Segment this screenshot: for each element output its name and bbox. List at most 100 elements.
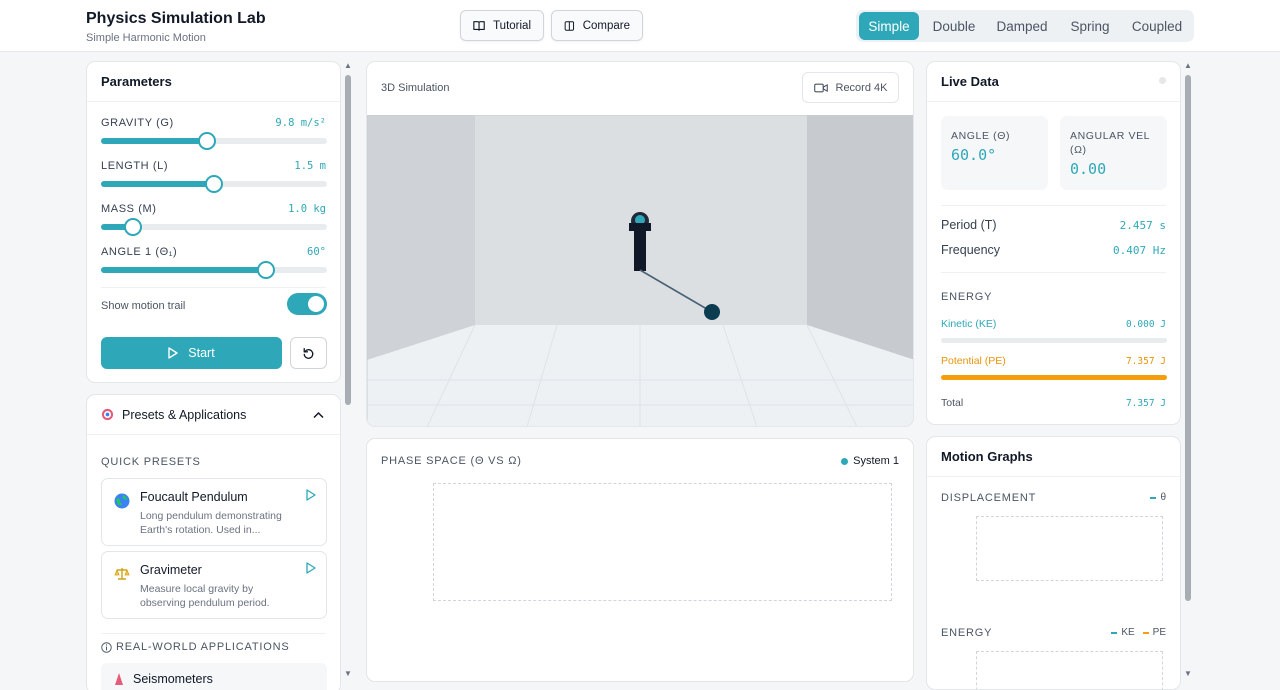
frequency-row: Frequency 0.407 Hz bbox=[941, 243, 1166, 257]
length-fill bbox=[101, 181, 214, 187]
scale-icon bbox=[114, 568, 130, 580]
frequency-value: 0.407 Hz bbox=[1113, 244, 1166, 257]
angle-track[interactable] bbox=[101, 261, 327, 279]
potential-bar bbox=[941, 375, 1167, 380]
scroll-up-icon[interactable]: ▲ bbox=[1184, 61, 1192, 70]
displacement-legend: θ bbox=[1150, 492, 1166, 503]
tab-damped[interactable]: Damped bbox=[990, 12, 1054, 40]
video-icon bbox=[813, 83, 828, 92]
potential-value: 7.357 J bbox=[1125, 356, 1166, 367]
presets-header[interactable]: Presets & Applications bbox=[87, 395, 340, 435]
scroll-thumb[interactable] bbox=[1185, 75, 1191, 601]
app-subtitle: Simple Harmonic Motion bbox=[86, 32, 206, 44]
kinetic-bar bbox=[941, 338, 1167, 343]
total-label: Total bbox=[941, 397, 964, 409]
play-icon[interactable] bbox=[306, 489, 316, 501]
legend-dot-icon bbox=[841, 457, 849, 465]
motion-trail-toggle[interactable] bbox=[287, 293, 327, 315]
globe-icon bbox=[114, 493, 130, 509]
slider-value: 1.0 kg bbox=[288, 203, 326, 215]
energy-legend: KE PE bbox=[1111, 627, 1166, 638]
divider bbox=[101, 287, 326, 288]
preset-card-gravimeter[interactable]: Gravimeter Measure local gravity by obse… bbox=[101, 551, 327, 619]
simulation-panel: 3D Simulation Record 4K bbox=[366, 61, 914, 427]
scroll-thumb[interactable] bbox=[345, 75, 351, 405]
tab-simple[interactable]: Simple bbox=[859, 12, 919, 40]
status-indicator-icon bbox=[1159, 77, 1166, 84]
preset-title: Gravimeter bbox=[140, 563, 202, 577]
info-icon bbox=[101, 641, 112, 653]
total-value: 7.357 J bbox=[1125, 398, 1166, 409]
presets-panel: Presets & Applications QUICK PRESETS Fou… bbox=[86, 394, 341, 690]
right-scrollbar[interactable]: ▲ ▼ bbox=[1184, 61, 1192, 681]
scroll-up-icon[interactable]: ▲ bbox=[344, 61, 352, 70]
simulation-viewport[interactable] bbox=[367, 115, 914, 427]
book-icon bbox=[473, 20, 485, 31]
phase-space-title: PHASE SPACE (Θ VS Ω) bbox=[381, 455, 522, 467]
record-button[interactable]: Record 4K bbox=[802, 72, 899, 103]
period-value: 2.457 s bbox=[1119, 219, 1166, 232]
displacement-label: DISPLACEMENT bbox=[941, 492, 1037, 504]
tab-double[interactable]: Double bbox=[924, 12, 984, 40]
toggle-knob bbox=[308, 296, 324, 312]
legend-label: System 1 bbox=[853, 455, 899, 467]
length-track[interactable] bbox=[101, 175, 327, 193]
compare-button[interactable]: Compare bbox=[551, 10, 643, 41]
slider-label: ANGLE 1 (Θ₁) bbox=[101, 246, 178, 258]
angular-velocity-label: ANGULAR VEL (Ω) bbox=[1070, 130, 1150, 156]
live-data-title: Live Data bbox=[927, 62, 1180, 102]
app-title: Seismometers bbox=[133, 672, 213, 686]
mass-track[interactable] bbox=[101, 218, 327, 236]
gravity-handle[interactable] bbox=[198, 132, 217, 150]
motion-graphs-title: Motion Graphs bbox=[927, 437, 1180, 477]
angle-handle[interactable] bbox=[256, 261, 275, 279]
reset-button[interactable] bbox=[290, 337, 327, 369]
energy-plot-area bbox=[976, 651, 1163, 689]
target-icon bbox=[101, 408, 114, 421]
mass-handle[interactable] bbox=[123, 218, 142, 236]
left-scrollbar[interactable]: ▲ ▼ bbox=[344, 61, 352, 681]
record-label: Record 4K bbox=[835, 81, 888, 94]
parameters-panel: Parameters GRAVITY (G) 9.8 m/s² LENGTH (… bbox=[86, 61, 341, 383]
motion-trail-label: Show motion trail bbox=[101, 300, 186, 312]
angle-fill bbox=[101, 267, 266, 273]
app-item-seismometers[interactable]: Seismometers bbox=[101, 663, 327, 690]
tab-coupled[interactable]: Coupled bbox=[1126, 12, 1188, 40]
tab-spring[interactable]: Spring bbox=[1059, 12, 1121, 40]
kinetic-value: 0.000 J bbox=[1125, 319, 1166, 330]
play-icon bbox=[168, 347, 178, 359]
energy-graph-label: ENERGY bbox=[941, 627, 993, 639]
real-world-label: REAL-WORLD APPLICATIONS bbox=[116, 641, 290, 653]
legend-label: PE bbox=[1152, 627, 1166, 638]
divider bbox=[941, 272, 1166, 273]
play-icon[interactable] bbox=[306, 562, 316, 574]
preset-card-foucault[interactable]: Foucault Pendulum Long pendulum demonstr… bbox=[101, 478, 327, 546]
kinetic-label: Kinetic (KE) bbox=[941, 318, 997, 330]
angle-value: 60.0° bbox=[951, 146, 997, 164]
legend-swatch bbox=[1150, 496, 1157, 499]
chevron-up-icon[interactable] bbox=[313, 411, 324, 419]
presets-title: Presets & Applications bbox=[122, 407, 247, 422]
start-label: Start bbox=[188, 346, 215, 360]
reset-icon bbox=[303, 347, 314, 359]
period-label: Period (T) bbox=[941, 218, 997, 232]
compare-label: Compare bbox=[582, 19, 630, 32]
legend-label: θ bbox=[1160, 492, 1166, 503]
slider-value: 1.5 m bbox=[294, 160, 326, 172]
preset-title: Foucault Pendulum bbox=[140, 490, 248, 504]
length-handle[interactable] bbox=[205, 175, 223, 193]
divider bbox=[101, 633, 326, 634]
simulation-title: 3D Simulation bbox=[381, 82, 450, 94]
kinetic-row: Kinetic (KE) 0.000 J bbox=[941, 318, 1166, 330]
tutorial-button[interactable]: Tutorial bbox=[460, 10, 544, 41]
live-data-panel: Live Data ANGLE (Θ) 60.0° ANGULAR VEL (Ω… bbox=[926, 61, 1181, 425]
angular-velocity-value: 0.00 bbox=[1070, 160, 1107, 178]
app-title: Physics Simulation Lab bbox=[86, 10, 266, 27]
scroll-down-icon[interactable]: ▼ bbox=[344, 669, 352, 678]
displacement-plot-area bbox=[976, 516, 1163, 581]
total-row: Total 7.357 J bbox=[941, 397, 1166, 409]
scroll-down-icon[interactable]: ▼ bbox=[1184, 669, 1192, 678]
start-button[interactable]: Start bbox=[101, 337, 282, 369]
mode-tabs: Simple Double Damped Spring Coupled bbox=[856, 10, 1194, 42]
gravity-track[interactable] bbox=[101, 132, 327, 150]
